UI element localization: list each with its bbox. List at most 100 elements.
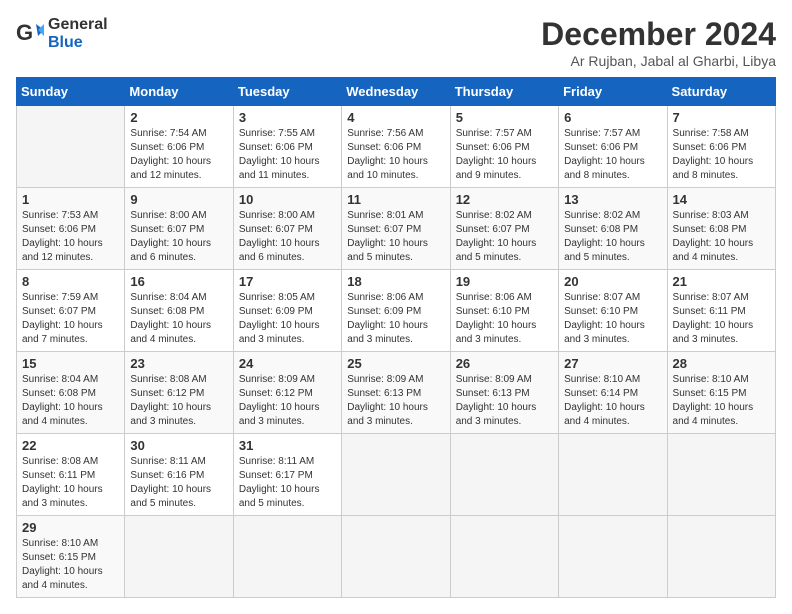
daylight-text: Daylight: 10 hours and 3 minutes. — [673, 320, 754, 345]
day-number: 28 — [673, 356, 770, 371]
calendar-cell: 16 Sunrise: 8:04 AM Sunset: 6:08 PM Dayl… — [125, 270, 233, 352]
sunset-text: Sunset: 6:12 PM — [130, 388, 204, 399]
page-header: G General Blue December 2024 Ar Rujban, … — [16, 16, 776, 69]
week-row-4: 22 Sunrise: 8:08 AM Sunset: 6:11 PM Dayl… — [17, 434, 776, 516]
sunset-text: Sunset: 6:12 PM — [239, 388, 313, 399]
sunset-text: Sunset: 6:06 PM — [22, 224, 96, 235]
calendar-cell: 1 Sunrise: 7:53 AM Sunset: 6:06 PM Dayli… — [17, 188, 125, 270]
daylight-text: Daylight: 10 hours and 4 minutes. — [673, 402, 754, 427]
title-area: December 2024 Ar Rujban, Jabal al Gharbi… — [541, 16, 776, 69]
day-number: 29 — [22, 520, 119, 535]
sunrise-text: Sunrise: 7:57 AM — [456, 128, 532, 139]
logo-blue: Blue — [48, 34, 83, 51]
day-number: 19 — [456, 274, 553, 289]
day-number: 23 — [130, 356, 227, 371]
sunrise-text: Sunrise: 8:10 AM — [673, 374, 749, 385]
calendar-cell: 9 Sunrise: 8:00 AM Sunset: 6:07 PM Dayli… — [125, 188, 233, 270]
calendar-cell: 14 Sunrise: 8:03 AM Sunset: 6:08 PM Dayl… — [667, 188, 775, 270]
sunrise-text: Sunrise: 8:09 AM — [456, 374, 532, 385]
day-number: 5 — [456, 110, 553, 125]
day-number: 20 — [564, 274, 661, 289]
svg-text:G: G — [16, 20, 33, 45]
col-sunday: Sunday — [17, 78, 125, 106]
sunrise-text: Sunrise: 8:06 AM — [456, 292, 532, 303]
col-friday: Friday — [559, 78, 667, 106]
daylight-text: Daylight: 10 hours and 3 minutes. — [347, 402, 428, 427]
daylight-text: Daylight: 10 hours and 6 minutes. — [130, 238, 211, 263]
day-number: 31 — [239, 438, 336, 453]
sunrise-text: Sunrise: 8:10 AM — [564, 374, 640, 385]
daylight-text: Daylight: 10 hours and 5 minutes. — [130, 484, 211, 509]
calendar-table: Sunday Monday Tuesday Wednesday Thursday… — [16, 77, 776, 598]
week-row-5: 29 Sunrise: 8:10 AM Sunset: 6:15 PM Dayl… — [17, 516, 776, 598]
day-number: 26 — [456, 356, 553, 371]
calendar-cell: 25 Sunrise: 8:09 AM Sunset: 6:13 PM Dayl… — [342, 352, 450, 434]
day-number: 17 — [239, 274, 336, 289]
calendar-cell — [342, 516, 450, 598]
daylight-text: Daylight: 10 hours and 5 minutes. — [239, 484, 320, 509]
daylight-text: Daylight: 10 hours and 5 minutes. — [564, 238, 645, 263]
sunrise-text: Sunrise: 8:11 AM — [130, 456, 205, 467]
col-wednesday: Wednesday — [342, 78, 450, 106]
daylight-text: Daylight: 10 hours and 7 minutes. — [22, 320, 103, 345]
daylight-text: Daylight: 10 hours and 12 minutes. — [22, 238, 103, 263]
daylight-text: Daylight: 10 hours and 5 minutes. — [347, 238, 428, 263]
day-number: 22 — [22, 438, 119, 453]
sunrise-text: Sunrise: 8:00 AM — [130, 210, 206, 221]
sunrise-text: Sunrise: 7:53 AM — [22, 210, 98, 221]
calendar-cell: 3 Sunrise: 7:55 AM Sunset: 6:06 PM Dayli… — [233, 106, 341, 188]
month-title: December 2024 — [541, 16, 776, 53]
daylight-text: Daylight: 10 hours and 4 minutes. — [564, 402, 645, 427]
sunset-text: Sunset: 6:07 PM — [456, 224, 530, 235]
daylight-text: Daylight: 10 hours and 9 minutes. — [456, 156, 537, 181]
sunset-text: Sunset: 6:13 PM — [347, 388, 421, 399]
day-number: 11 — [347, 192, 444, 207]
day-number: 18 — [347, 274, 444, 289]
day-number: 8 — [22, 274, 119, 289]
calendar-cell: 15 Sunrise: 8:04 AM Sunset: 6:08 PM Dayl… — [17, 352, 125, 434]
calendar-cell: 18 Sunrise: 8:06 AM Sunset: 6:09 PM Dayl… — [342, 270, 450, 352]
sunset-text: Sunset: 6:13 PM — [456, 388, 530, 399]
day-number: 21 — [673, 274, 770, 289]
calendar-cell: 4 Sunrise: 7:56 AM Sunset: 6:06 PM Dayli… — [342, 106, 450, 188]
sunset-text: Sunset: 6:09 PM — [239, 306, 313, 317]
sunrise-text: Sunrise: 8:02 AM — [456, 210, 532, 221]
sunset-text: Sunset: 6:06 PM — [347, 142, 421, 153]
calendar-cell: 5 Sunrise: 7:57 AM Sunset: 6:06 PM Dayli… — [450, 106, 558, 188]
daylight-text: Daylight: 10 hours and 4 minutes. — [130, 320, 211, 345]
day-number: 24 — [239, 356, 336, 371]
sunset-text: Sunset: 6:06 PM — [456, 142, 530, 153]
daylight-text: Daylight: 10 hours and 4 minutes. — [22, 566, 103, 591]
daylight-text: Daylight: 10 hours and 8 minutes. — [673, 156, 754, 181]
day-number: 14 — [673, 192, 770, 207]
calendar-cell: 2 Sunrise: 7:54 AM Sunset: 6:06 PM Dayli… — [125, 106, 233, 188]
logo-general: General — [48, 16, 108, 33]
calendar-cell: 7 Sunrise: 7:58 AM Sunset: 6:06 PM Dayli… — [667, 106, 775, 188]
daylight-text: Daylight: 10 hours and 3 minutes. — [456, 402, 537, 427]
calendar-cell: 6 Sunrise: 7:57 AM Sunset: 6:06 PM Dayli… — [559, 106, 667, 188]
calendar-cell — [667, 516, 775, 598]
sunrise-text: Sunrise: 8:08 AM — [22, 456, 98, 467]
day-number: 15 — [22, 356, 119, 371]
sunset-text: Sunset: 6:10 PM — [564, 306, 638, 317]
calendar-cell: 31 Sunrise: 8:11 AM Sunset: 6:17 PM Dayl… — [233, 434, 341, 516]
day-number: 27 — [564, 356, 661, 371]
sunset-text: Sunset: 6:17 PM — [239, 470, 313, 481]
day-number: 2 — [130, 110, 227, 125]
daylight-text: Daylight: 10 hours and 12 minutes. — [130, 156, 211, 181]
logo: G General Blue — [16, 16, 108, 52]
sunrise-text: Sunrise: 8:01 AM — [347, 210, 423, 221]
sunrise-text: Sunrise: 8:10 AM — [22, 538, 98, 549]
logo-text: General Blue — [48, 16, 108, 52]
header-row: Sunday Monday Tuesday Wednesday Thursday… — [17, 78, 776, 106]
sunrise-text: Sunrise: 8:04 AM — [130, 292, 206, 303]
sunset-text: Sunset: 6:07 PM — [347, 224, 421, 235]
daylight-text: Daylight: 10 hours and 4 minutes. — [673, 238, 754, 263]
sunrise-text: Sunrise: 8:00 AM — [239, 210, 315, 221]
sunset-text: Sunset: 6:06 PM — [564, 142, 638, 153]
sunrise-text: Sunrise: 8:07 AM — [564, 292, 640, 303]
daylight-text: Daylight: 10 hours and 3 minutes. — [239, 320, 320, 345]
calendar-cell: 30 Sunrise: 8:11 AM Sunset: 6:16 PM Dayl… — [125, 434, 233, 516]
calendar-cell — [667, 434, 775, 516]
sunrise-text: Sunrise: 8:07 AM — [673, 292, 749, 303]
